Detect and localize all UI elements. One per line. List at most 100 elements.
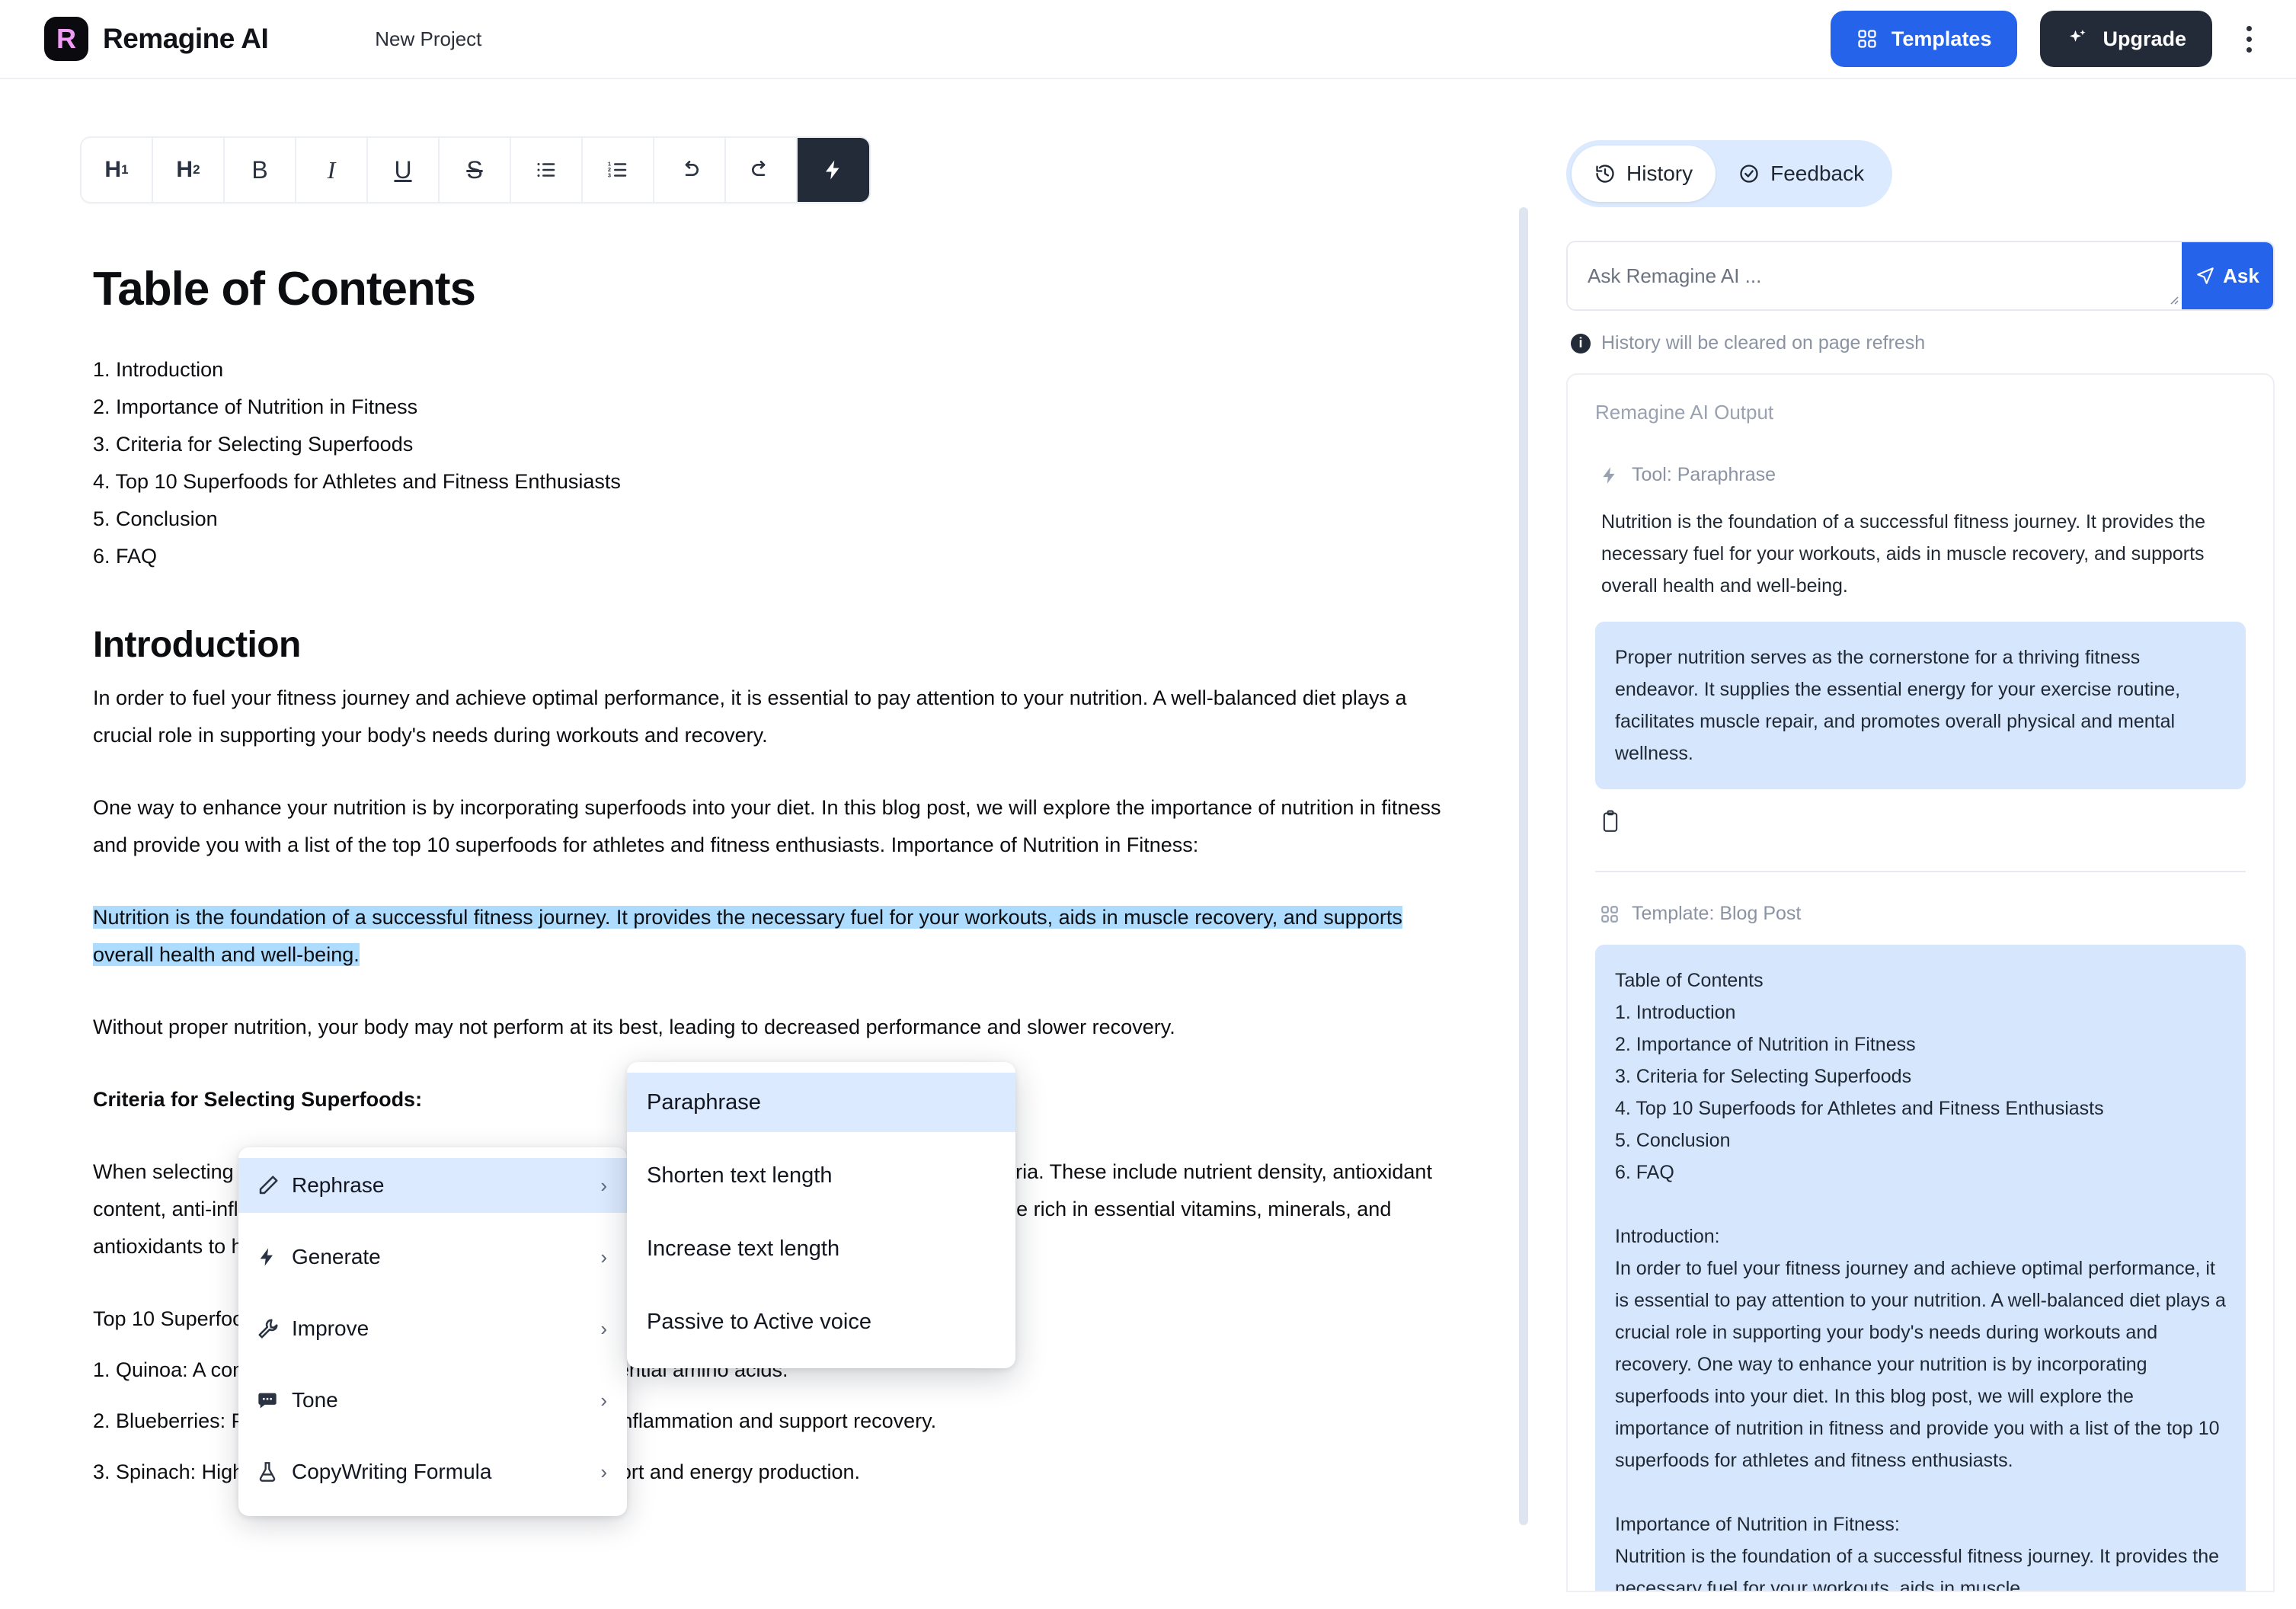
undo-icon <box>677 158 702 182</box>
bold-button[interactable]: B <box>225 138 296 202</box>
assistant-tabs: History Feedback <box>1566 140 1893 207</box>
redo-button[interactable] <box>726 138 798 202</box>
context-menu-item-rephrase[interactable]: Rephrase › <box>238 1158 627 1213</box>
assistant-panel: History Feedback Ask i History will be c… <box>1543 79 2296 1609</box>
paragraph: One way to enhance your nutrition is by … <box>93 796 1441 856</box>
check-circle-icon <box>1738 163 1760 184</box>
paragraph: In order to fuel your fitness journey an… <box>93 686 1407 747</box>
history-entry-template: Template: Blog Post Table of Contents 1.… <box>1595 903 2246 1591</box>
history-list[interactable]: Remagine AI Output Tool: Paraphrase Nutr… <box>1566 373 2275 1592</box>
bullet-list-button[interactable] <box>511 138 583 202</box>
app-logo-icon: R <box>44 17 88 61</box>
chevron-right-icon: › <box>600 1388 607 1412</box>
bolt-icon <box>257 1246 292 1268</box>
selected-paragraph[interactable]: Nutrition is the foundation of a success… <box>93 899 1464 974</box>
tab-history[interactable]: History <box>1572 146 1716 202</box>
tab-history-label: History <box>1626 162 1693 185</box>
strikethrough-button[interactable]: S <box>440 138 511 202</box>
history-note: i History will be cleared on page refres… <box>1571 332 1925 354</box>
numbered-list-icon: 1 2 3 <box>606 158 629 181</box>
wrench-icon <box>257 1317 292 1340</box>
context-menu-label: Rephrase <box>292 1173 385 1197</box>
history-entry-header: Template: Blog Post <box>1595 903 2246 925</box>
heading-1-button[interactable]: H1 <box>82 138 153 202</box>
history-entry-output: Proper nutrition serves as the cornersto… <box>1595 622 2246 789</box>
grid-icon <box>1600 904 1620 924</box>
selected-text: Nutrition is the foundation of a success… <box>93 906 1402 966</box>
history-entry-input: Nutrition is the foundation of a success… <box>1601 511 2206 597</box>
flask-icon <box>257 1461 292 1483</box>
chevron-right-icon: › <box>600 1173 607 1197</box>
redo-icon <box>749 158 773 182</box>
copy-output-button[interactable] <box>1595 809 2246 837</box>
ask-button[interactable]: Ask <box>2182 242 2273 309</box>
chevron-right-icon: › <box>600 1245 607 1268</box>
context-menu-label: Tone <box>292 1388 338 1412</box>
paragraph: Without proper nutrition, your body may … <box>93 1016 1175 1038</box>
ai-context-menu: Rephrase › Generate › Improve › Tone › C… <box>238 1147 627 1516</box>
upgrade-button[interactable]: Upgrade <box>2040 11 2212 67</box>
bullet-list-icon <box>535 158 558 181</box>
project-title[interactable]: New Project <box>375 27 481 51</box>
ai-tools-button[interactable] <box>798 138 869 202</box>
tab-feedback[interactable]: Feedback <box>1716 146 1887 202</box>
bolt-icon <box>822 158 845 181</box>
context-menu-item-copywriting-formula[interactable]: CopyWriting Formula › <box>238 1444 627 1499</box>
chevron-right-icon: › <box>600 1460 607 1483</box>
heading-2-button[interactable]: H2 <box>153 138 225 202</box>
history-entry-tool: Tool: Paraphrase Nutrition is the founda… <box>1595 464 2246 837</box>
grid-icon <box>1856 28 1878 50</box>
context-menu-label: Improve <box>292 1316 369 1340</box>
editor-pane: H1 H2 B I U S 1 2 3 Table of Contents 1.… <box>0 79 1521 1609</box>
document-title: Table of Contents <box>93 263 476 315</box>
submenu-item-passive-to-active-voice[interactable]: Passive to Active voice <box>627 1292 1015 1351</box>
bolt-icon <box>1600 465 1620 485</box>
brand-name: Remagine AI <box>103 23 269 54</box>
context-menu-item-generate[interactable]: Generate › <box>238 1230 627 1284</box>
chat-bubble-icon <box>257 1390 292 1411</box>
clipboard-icon <box>1600 809 1621 833</box>
context-menu-label: CopyWriting Formula <box>292 1460 492 1483</box>
section-heading-introduction: Introduction <box>93 625 301 665</box>
submenu-item-paraphrase[interactable]: Paraphrase <box>627 1073 1015 1132</box>
history-icon <box>1594 163 1616 184</box>
rephrase-submenu: Paraphrase Shorten text length Increase … <box>627 1062 1015 1368</box>
more-options-icon[interactable] <box>2235 11 2262 67</box>
history-entry-tool-label: Tool: Paraphrase <box>1632 464 1776 485</box>
context-menu-item-improve[interactable]: Improve › <box>238 1301 627 1356</box>
toc-item: 6. FAQ <box>93 545 158 568</box>
chevron-right-icon: › <box>600 1316 607 1340</box>
underline-button[interactable]: U <box>368 138 440 202</box>
history-note-label: History will be cleared on page refresh <box>1601 332 1926 353</box>
panel-resize-handle[interactable] <box>1519 207 1528 1525</box>
submenu-item-increase-text-length[interactable]: Increase text length <box>627 1219 1015 1278</box>
history-divider <box>1595 871 2246 872</box>
upgrade-label: Upgrade <box>2103 27 2186 50</box>
ask-input[interactable] <box>1568 242 2182 309</box>
tab-feedback-label: Feedback <box>1770 162 1865 185</box>
history-entry-template-label: Template: Blog Post <box>1632 903 1802 924</box>
header-actions: Templates Upgrade <box>1830 11 2262 67</box>
logo-letter: R <box>56 23 76 54</box>
italic-button[interactable]: I <box>296 138 368 202</box>
toc-item: 5. Conclusion <box>93 507 218 530</box>
table-of-contents: 1. Introduction 2. Importance of Nutriti… <box>93 351 1464 575</box>
templates-button[interactable]: Templates <box>1830 11 2018 67</box>
toc-item: 3. Criteria for Selecting Superfoods <box>93 433 414 456</box>
history-entry-header: Tool: Paraphrase <box>1595 464 2246 486</box>
history-entry-output: Table of Contents 1. Introduction 2. Imp… <box>1595 945 2246 1591</box>
context-menu-label: Generate <box>292 1245 381 1268</box>
ask-bar: Ask <box>1566 241 2275 311</box>
toc-item: 4. Top 10 Superfoods for Athletes and Fi… <box>93 470 621 493</box>
numbered-list-button[interactable]: 1 2 3 <box>583 138 654 202</box>
pencil-icon <box>257 1174 292 1197</box>
brand: R Remagine AI <box>44 17 269 61</box>
templates-label: Templates <box>1891 27 1992 50</box>
format-toolbar: H1 H2 B I U S 1 2 3 <box>80 136 871 203</box>
context-menu-item-tone[interactable]: Tone › <box>238 1373 627 1428</box>
submenu-item-shorten-text-length[interactable]: Shorten text length <box>627 1146 1015 1205</box>
send-icon <box>2195 266 2215 286</box>
undo-button[interactable] <box>654 138 726 202</box>
history-list-title: Remagine AI Output <box>1595 401 1774 424</box>
ask-button-label: Ask <box>2223 264 2259 287</box>
